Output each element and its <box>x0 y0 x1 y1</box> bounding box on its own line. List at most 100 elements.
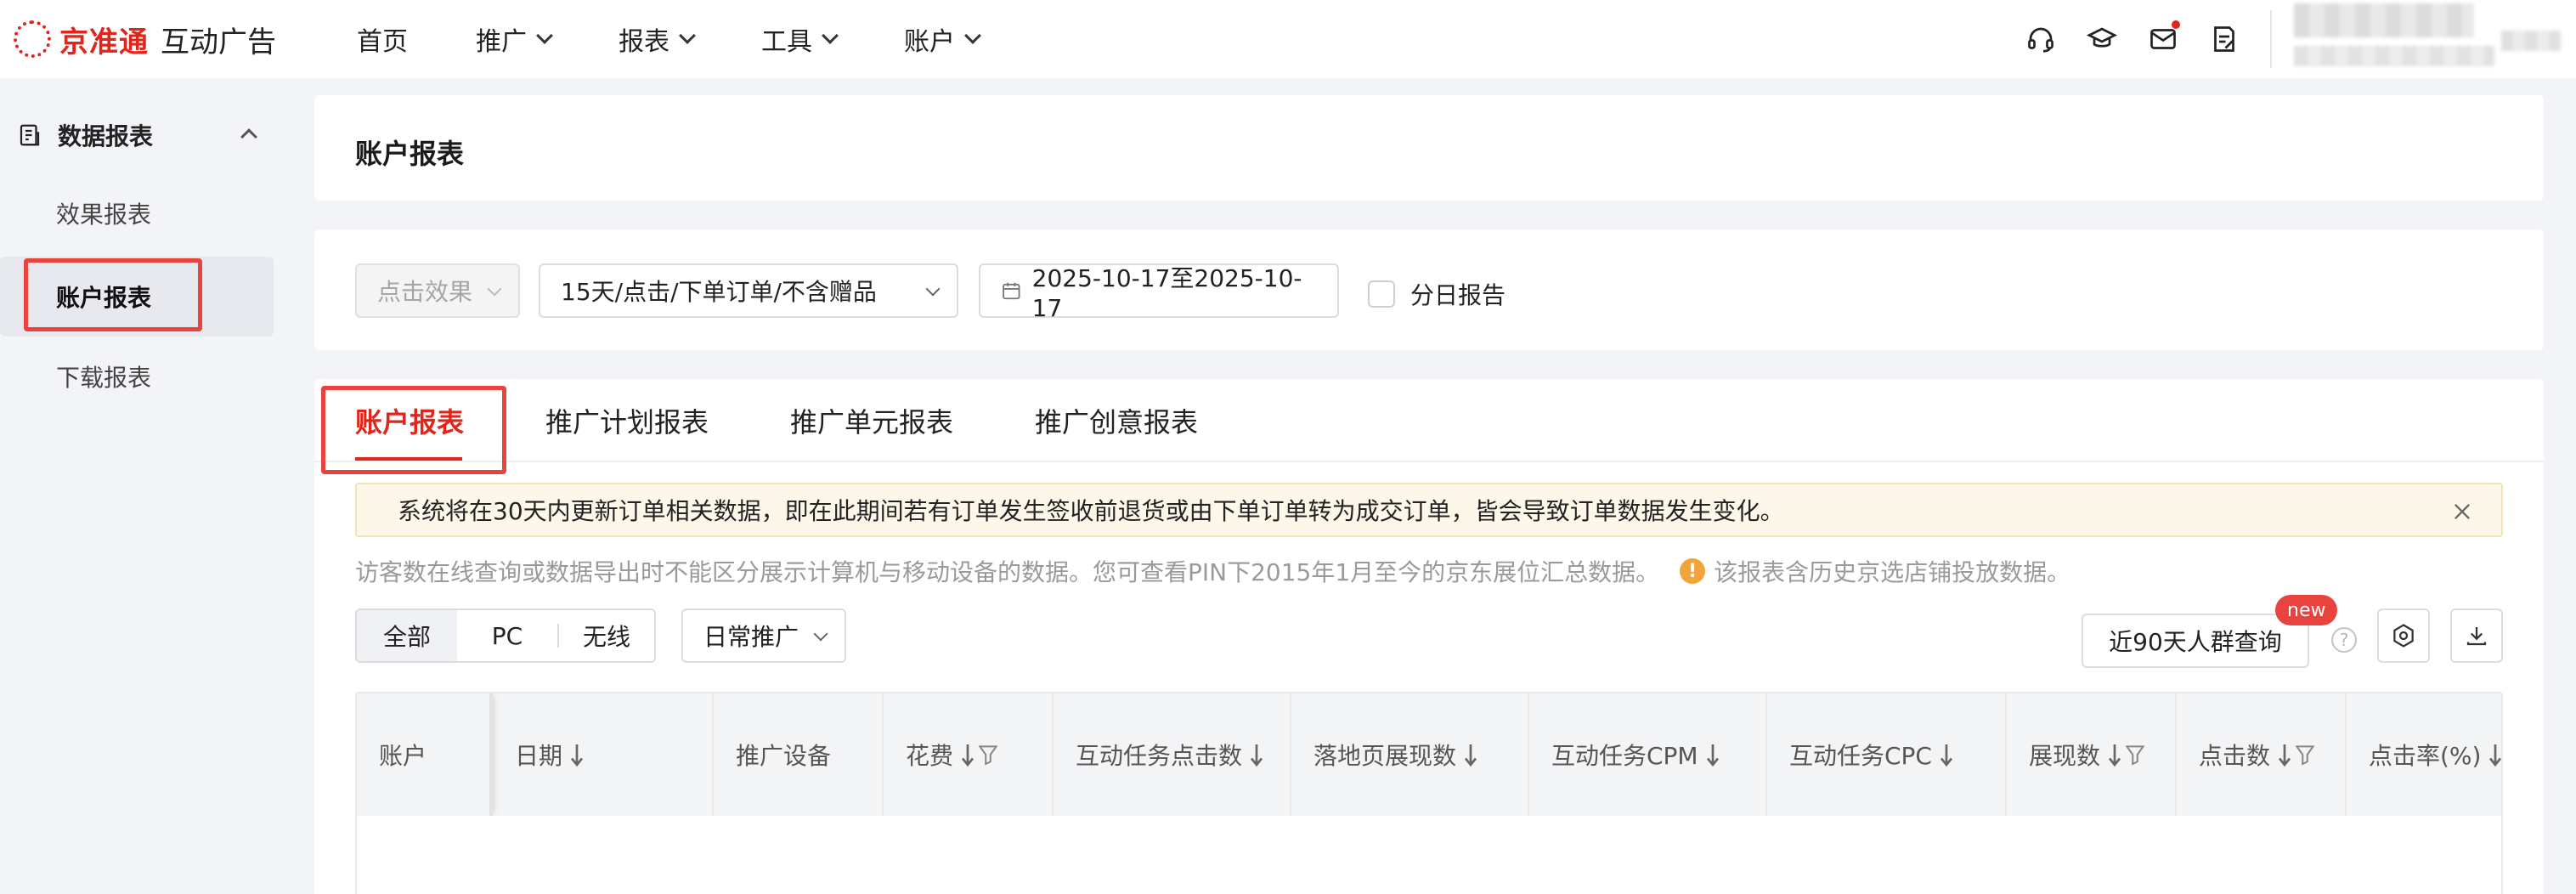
column-landing-impressions[interactable]: 落地页展现数 <box>1291 693 1529 816</box>
nav-account-label: 账户 <box>904 27 955 57</box>
segment-label: 无线 <box>582 623 630 651</box>
column-cost[interactable]: 花费 <box>884 693 1054 816</box>
effect-select[interactable]: 点击效果 <box>355 263 520 318</box>
nav-home-label: 首页 <box>357 27 408 57</box>
attribution-select-value: 15天/点击/下单订单/不含赠品 <box>561 278 877 306</box>
chevron-down-icon <box>536 27 553 44</box>
sort-arrow-icon[interactable] <box>960 742 975 767</box>
nav-promotion-label: 推广 <box>476 27 527 57</box>
download-icon <box>2466 627 2487 646</box>
device-pc[interactable]: PC <box>457 610 557 661</box>
sidebar-item-download-report[interactable]: 下载报表 <box>0 337 274 416</box>
tabs-divider <box>314 461 2544 462</box>
nav-account[interactable]: 账户 <box>904 20 981 58</box>
sort-arrow-icon[interactable] <box>1705 742 1720 767</box>
sidebar: 数据报表 效果报表 账户报表 下载报表 <box>0 78 289 894</box>
sidebar-section-title: 数据报表 <box>58 122 154 150</box>
hint-warning-text: 该报表含历史京选店铺投放数据。 <box>1714 558 2071 586</box>
nav-tools-label: 工具 <box>761 27 812 57</box>
unread-dot <box>2172 20 2180 29</box>
filter-icon[interactable] <box>2126 744 2145 766</box>
daily-report-label: 分日报告 <box>1410 281 1506 309</box>
sort-arrow-icon[interactable] <box>569 742 585 767</box>
crowd-query-button[interactable]: 近90天人群查询 <box>2082 614 2309 668</box>
main-nav: 首页 推广 报表 工具 账户 <box>357 0 1047 78</box>
logo-brand: 京准通 <box>59 25 149 59</box>
effect-select-value: 点击效果 <box>377 278 473 306</box>
filter-icon[interactable] <box>2296 744 2315 766</box>
help-icon[interactable]: ? <box>2331 627 2357 653</box>
report-doc-icon <box>20 124 40 146</box>
filter-icon[interactable] <box>979 744 998 766</box>
column-ctr[interactable]: 点击率(%) <box>2347 693 2503 816</box>
segment-label: PC <box>491 621 523 650</box>
settings-button[interactable] <box>2377 608 2430 663</box>
task-icon[interactable] <box>2206 20 2243 58</box>
column-task-cpc[interactable]: 互动任务CPC <box>1767 693 2007 816</box>
crowd-query-label: 近90天人群查询 <box>2109 628 2282 656</box>
segment-label: 全部 <box>382 623 431 651</box>
nav-promotion[interactable]: 推广 <box>476 20 553 58</box>
sort-arrow-icon[interactable] <box>1939 742 1954 767</box>
attribution-select[interactable]: 15天/点击/下单订单/不含赠品 <box>539 263 958 318</box>
tab-creative-report[interactable]: 推广创意报表 <box>1035 401 1198 440</box>
close-icon[interactable] <box>2450 500 2474 523</box>
sort-arrow-icon[interactable] <box>1249 742 1264 767</box>
tab-unit-report[interactable]: 推广单元报表 <box>790 401 953 440</box>
tab-label: 推广创意报表 <box>1035 406 1199 439</box>
device-wireless[interactable]: 无线 <box>559 610 654 661</box>
column-date[interactable]: 日期 <box>493 693 714 816</box>
report-table: 账户 日期 推广设备 花费 互动任务点击数 落地页展现数 互动任务CPM 互动任… <box>355 692 2503 894</box>
chevron-up-icon <box>240 128 257 145</box>
promo-type-select[interactable]: 日常推广 <box>681 608 846 663</box>
column-account: 账户 <box>357 693 493 816</box>
graduation-cap-icon[interactable] <box>2083 20 2121 58</box>
device-all[interactable]: 全部 <box>357 610 457 661</box>
page-title-card: 账户报表 <box>314 95 2544 201</box>
column-label: 互动任务点击数 <box>1076 742 1243 770</box>
column-task-cpm[interactable]: 互动任务CPM <box>1529 693 1767 816</box>
user-id-blurred <box>2294 46 2494 66</box>
nav-reports[interactable]: 报表 <box>619 20 696 58</box>
daily-report-checkbox[interactable]: 分日报告 <box>1368 277 1505 311</box>
nav-home[interactable]: 首页 <box>357 20 408 58</box>
sort-arrow-icon[interactable] <box>1463 742 1478 767</box>
sidebar-item-effect-report[interactable]: 效果报表 <box>0 173 274 253</box>
column-impressions[interactable]: 展现数 <box>2007 693 2177 816</box>
column-label: 点击数 <box>2199 742 2271 770</box>
annotation-highlight-tab <box>321 386 506 474</box>
column-task-clicks[interactable]: 互动任务点击数 <box>1054 693 1291 816</box>
column-device: 推广设备 <box>714 693 884 816</box>
user-menu-blurred[interactable] <box>2501 31 2561 51</box>
sort-arrow-icon[interactable] <box>2488 742 2503 767</box>
tab-label: 推广计划报表 <box>545 406 709 439</box>
chevron-down-icon[interactable] <box>813 626 828 642</box>
calendar-icon <box>1003 282 1020 300</box>
sort-arrow-icon[interactable] <box>2277 742 2292 767</box>
sidebar-item-label: 效果报表 <box>56 201 152 229</box>
headset-icon[interactable] <box>2022 20 2059 58</box>
user-name-blurred[interactable] <box>2294 3 2474 37</box>
info-warning-icon: ! <box>1680 558 1706 584</box>
annotation-highlight-sidebar <box>24 258 202 331</box>
column-label: 点击率(%) <box>2369 742 2482 770</box>
sidebar-section-data-reports[interactable]: 数据报表 <box>17 116 272 155</box>
column-label: 落地页展现数 <box>1313 742 1457 770</box>
tab-plan-report[interactable]: 推广计划报表 <box>545 401 709 440</box>
logo[interactable]: 京准通 互动广告 <box>14 19 276 59</box>
nav-tools[interactable]: 工具 <box>761 20 839 58</box>
chevron-down-icon <box>487 281 502 297</box>
hint-text: 访客数在线查询或数据导出时不能区分展示计算机与移动设备的数据。您可查看PIN下2… <box>355 558 1660 586</box>
sort-arrow-icon[interactable] <box>2107 742 2122 767</box>
mail-icon[interactable] <box>2144 20 2182 58</box>
column-clicks[interactable]: 点击数 <box>2177 693 2347 816</box>
download-button[interactable] <box>2450 608 2503 663</box>
checkbox-box[interactable] <box>1368 280 1395 308</box>
device-segment: 全部 PC 无线 <box>355 608 656 663</box>
hint-line: 访客数在线查询或数据导出时不能区分展示计算机与移动设备的数据。您可查看PIN下2… <box>355 554 2070 588</box>
logo-ring-icon <box>14 20 51 58</box>
chevron-down-icon <box>679 27 696 44</box>
top-divider <box>2270 10 2272 68</box>
date-range-picker[interactable]: 2025-10-17至2025-10-17 <box>979 263 1339 322</box>
chevron-down-icon <box>964 27 981 44</box>
